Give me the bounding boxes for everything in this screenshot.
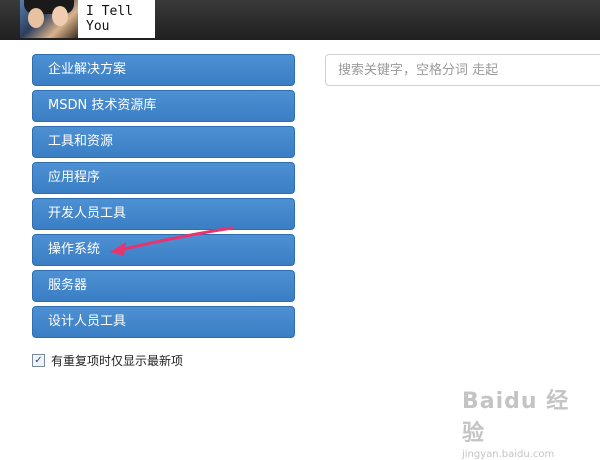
watermark-url: jingyan.baidu.com bbox=[462, 449, 555, 460]
dedupe-option[interactable]: ✓ 有重复项时仅显示最新项 bbox=[32, 352, 183, 369]
search-input[interactable] bbox=[325, 54, 600, 86]
baidu-watermark: Baidu 经验 jingyan.baidu.com bbox=[462, 383, 592, 460]
nav-item-enterprise-solutions[interactable]: 企业解决方案 bbox=[32, 54, 295, 86]
site-title: I Tell You bbox=[78, 0, 155, 38]
dedupe-label: 有重复项时仅显示最新项 bbox=[51, 354, 184, 368]
nav-item-msdn-library[interactable]: MSDN 技术资源库 bbox=[32, 90, 295, 122]
dedupe-checkbox[interactable]: ✓ bbox=[32, 354, 45, 367]
nav-item-applications[interactable]: 应用程序 bbox=[32, 162, 295, 194]
watermark-logo: Baidu 经验 bbox=[462, 389, 570, 446]
category-sidebar: 企业解决方案 MSDN 技术资源库 工具和资源 应用程序 开发人员工具 操作系统… bbox=[32, 54, 295, 342]
nav-item-designer-tools[interactable]: 设计人员工具 bbox=[32, 306, 295, 338]
site-logo[interactable]: I Tell You bbox=[20, 0, 155, 38]
top-bar: I Tell You bbox=[0, 0, 600, 40]
logo-photo bbox=[20, 0, 78, 38]
nav-item-operating-systems[interactable]: 操作系统 bbox=[32, 234, 295, 266]
nav-item-developer-tools[interactable]: 开发人员工具 bbox=[32, 198, 295, 230]
nav-item-tools-resources[interactable]: 工具和资源 bbox=[32, 126, 295, 158]
nav-item-servers[interactable]: 服务器 bbox=[32, 270, 295, 302]
